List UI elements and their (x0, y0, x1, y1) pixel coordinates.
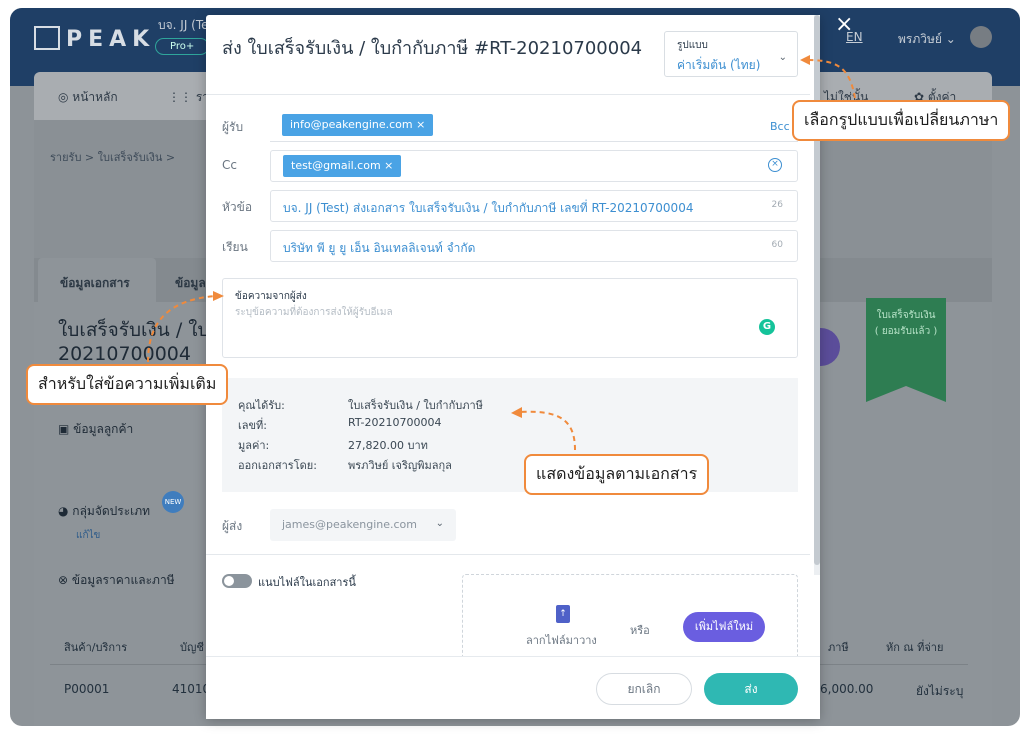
arrowhead-info (511, 407, 522, 418)
arrowhead-message (213, 291, 224, 301)
callout-arrows (147, 55, 856, 451)
arrow-format (807, 59, 856, 99)
arrow-info (519, 410, 576, 451)
arrowhead-format (800, 55, 810, 65)
arrow-message (147, 295, 216, 363)
